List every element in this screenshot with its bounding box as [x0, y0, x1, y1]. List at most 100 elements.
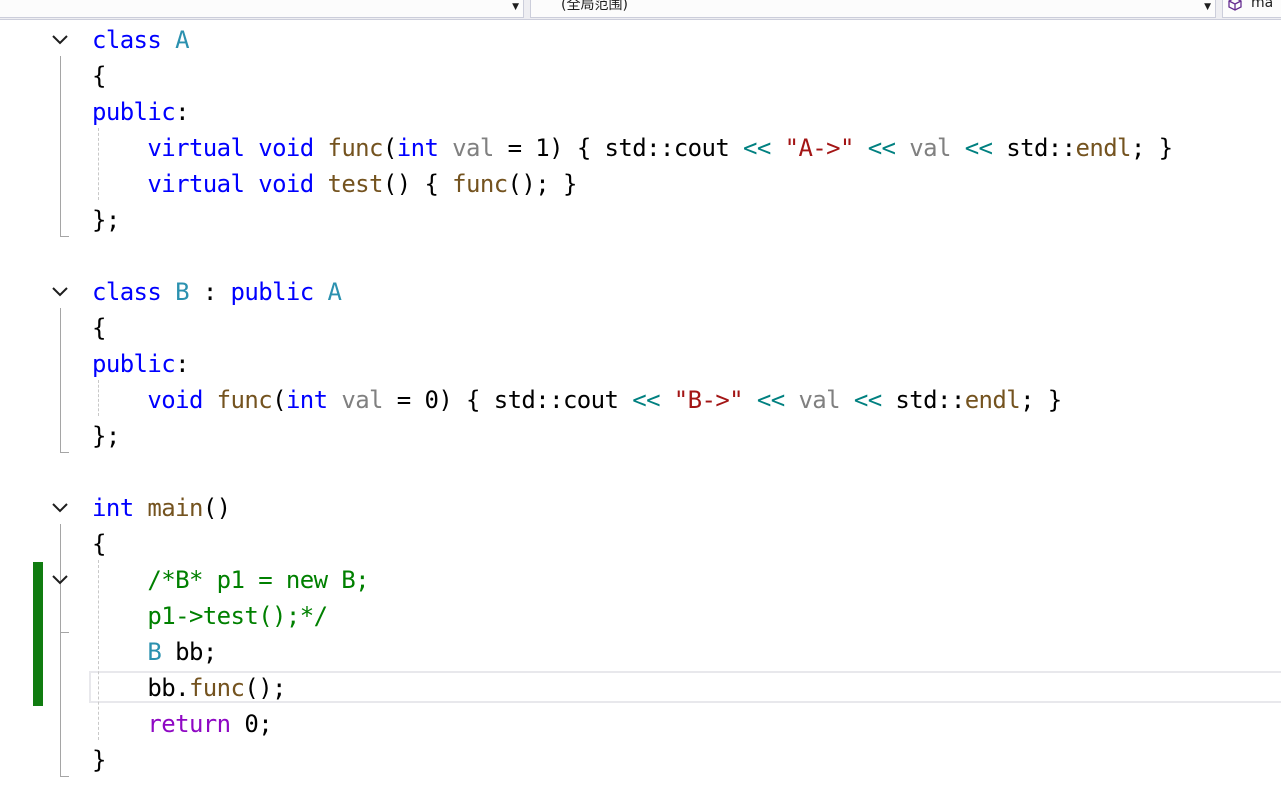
- code-token: p1->test();*/: [147, 602, 328, 630]
- class-dropdown[interactable]: ▼: [0, 0, 524, 18]
- code-line[interactable]: return 0;: [92, 706, 272, 742]
- code-line[interactable]: };: [92, 418, 120, 454]
- code-line[interactable]: };: [92, 202, 120, 238]
- code-token: (); }: [507, 170, 578, 198]
- code-token: };: [92, 206, 120, 234]
- code-line[interactable]: class A: [92, 22, 190, 58]
- code-token: main: [147, 494, 203, 522]
- code-token: virtual: [147, 134, 245, 162]
- code-line[interactable]: int main(): [92, 490, 231, 526]
- code-token: /*B* p1 = new B;: [147, 566, 369, 594]
- code-token: void: [258, 134, 314, 162]
- code-line[interactable]: {: [92, 58, 106, 94]
- scope-dropdown-label: (全局范围): [561, 0, 628, 13]
- code-token: public: [92, 98, 176, 126]
- code-token: <<: [853, 386, 882, 414]
- code-line[interactable]: p1->test();*/: [92, 598, 328, 634]
- cube-icon: [1228, 0, 1242, 11]
- chevron-down-icon[interactable]: [50, 498, 70, 518]
- code-line[interactable]: class B : public A: [92, 274, 342, 310]
- code-token: = 1) { std::cout: [493, 134, 744, 162]
- code-line[interactable]: B bb;: [92, 634, 217, 670]
- code-token: :: [175, 350, 189, 378]
- code-token: return: [147, 710, 231, 738]
- code-token: bb.: [92, 674, 189, 702]
- code-line[interactable]: }: [92, 742, 106, 778]
- code-token: public: [230, 278, 315, 306]
- code-line[interactable]: /*B* p1 = new B;: [92, 562, 369, 598]
- navigation-bar: ▼ (全局范围) ▼ ma: [0, 0, 1281, 20]
- chevron-down-icon[interactable]: [50, 282, 70, 302]
- code-line[interactable]: {: [92, 310, 106, 346]
- code-line[interactable]: bb.func();: [92, 670, 286, 706]
- outline-end: [60, 632, 69, 633]
- code-line[interactable]: {: [92, 526, 106, 562]
- code-token: virtual: [147, 170, 245, 198]
- chevron-down-icon[interactable]: [50, 30, 70, 50]
- code-token: endl: [1075, 134, 1132, 162]
- code-token: :: [188, 278, 231, 306]
- code-token: void: [147, 386, 203, 414]
- code-token: func: [216, 386, 273, 414]
- member-dropdown[interactable]: ma: [1222, 0, 1281, 18]
- code-token: A: [327, 278, 342, 306]
- code-token: void: [258, 170, 314, 198]
- code-token: (: [272, 386, 286, 414]
- code-line[interactable]: void func(int val = 0) { std::cout << "B…: [92, 382, 1062, 418]
- code-line[interactable]: public:: [92, 346, 190, 382]
- code-token: test: [327, 170, 383, 198]
- code-token: int: [285, 386, 328, 414]
- code-token: :: [175, 98, 189, 126]
- code-token: () {: [382, 170, 453, 198]
- code-token: endl: [964, 386, 1021, 414]
- code-line[interactable]: virtual void test() { func(); }: [92, 166, 577, 202]
- chevron-down-icon[interactable]: [50, 570, 70, 590]
- outline-line: [60, 524, 61, 777]
- dropdown-arrow-icon[interactable]: ▼: [1204, 0, 1211, 14]
- code-line[interactable]: public:: [92, 94, 190, 130]
- code-token: val: [341, 386, 383, 414]
- code-token: <<: [867, 134, 896, 162]
- code-token: (: [382, 134, 397, 162]
- code-token: bb;: [161, 638, 217, 666]
- code-token: class: [92, 26, 162, 54]
- code-token: public: [92, 350, 176, 378]
- scope-dropdown[interactable]: (全局范围) ▼: [530, 0, 1216, 18]
- dropdown-arrow-icon[interactable]: ▼: [512, 0, 519, 14]
- code-token: {: [92, 530, 106, 558]
- code-token: 0;: [230, 710, 273, 738]
- code-token: A: [175, 26, 189, 54]
- code-token: int: [92, 494, 134, 522]
- code-token: val: [909, 134, 951, 162]
- outline-end: [60, 776, 69, 777]
- code-token: B: [175, 278, 189, 306]
- code-token: {: [92, 62, 106, 90]
- outline-line: [60, 308, 61, 453]
- member-dropdown-label: ma: [1251, 0, 1274, 11]
- code-token: ; }: [1130, 134, 1173, 162]
- code-editor[interactable]: class A{public: virtual void func(int va…: [0, 20, 1281, 797]
- code-token: <<: [632, 386, 660, 414]
- code-line[interactable]: virtual void func(int val = 1) { std::co…: [92, 130, 1173, 166]
- code-token: <<: [743, 134, 771, 162]
- code-token: func: [327, 134, 383, 162]
- code-token: std::: [992, 134, 1076, 162]
